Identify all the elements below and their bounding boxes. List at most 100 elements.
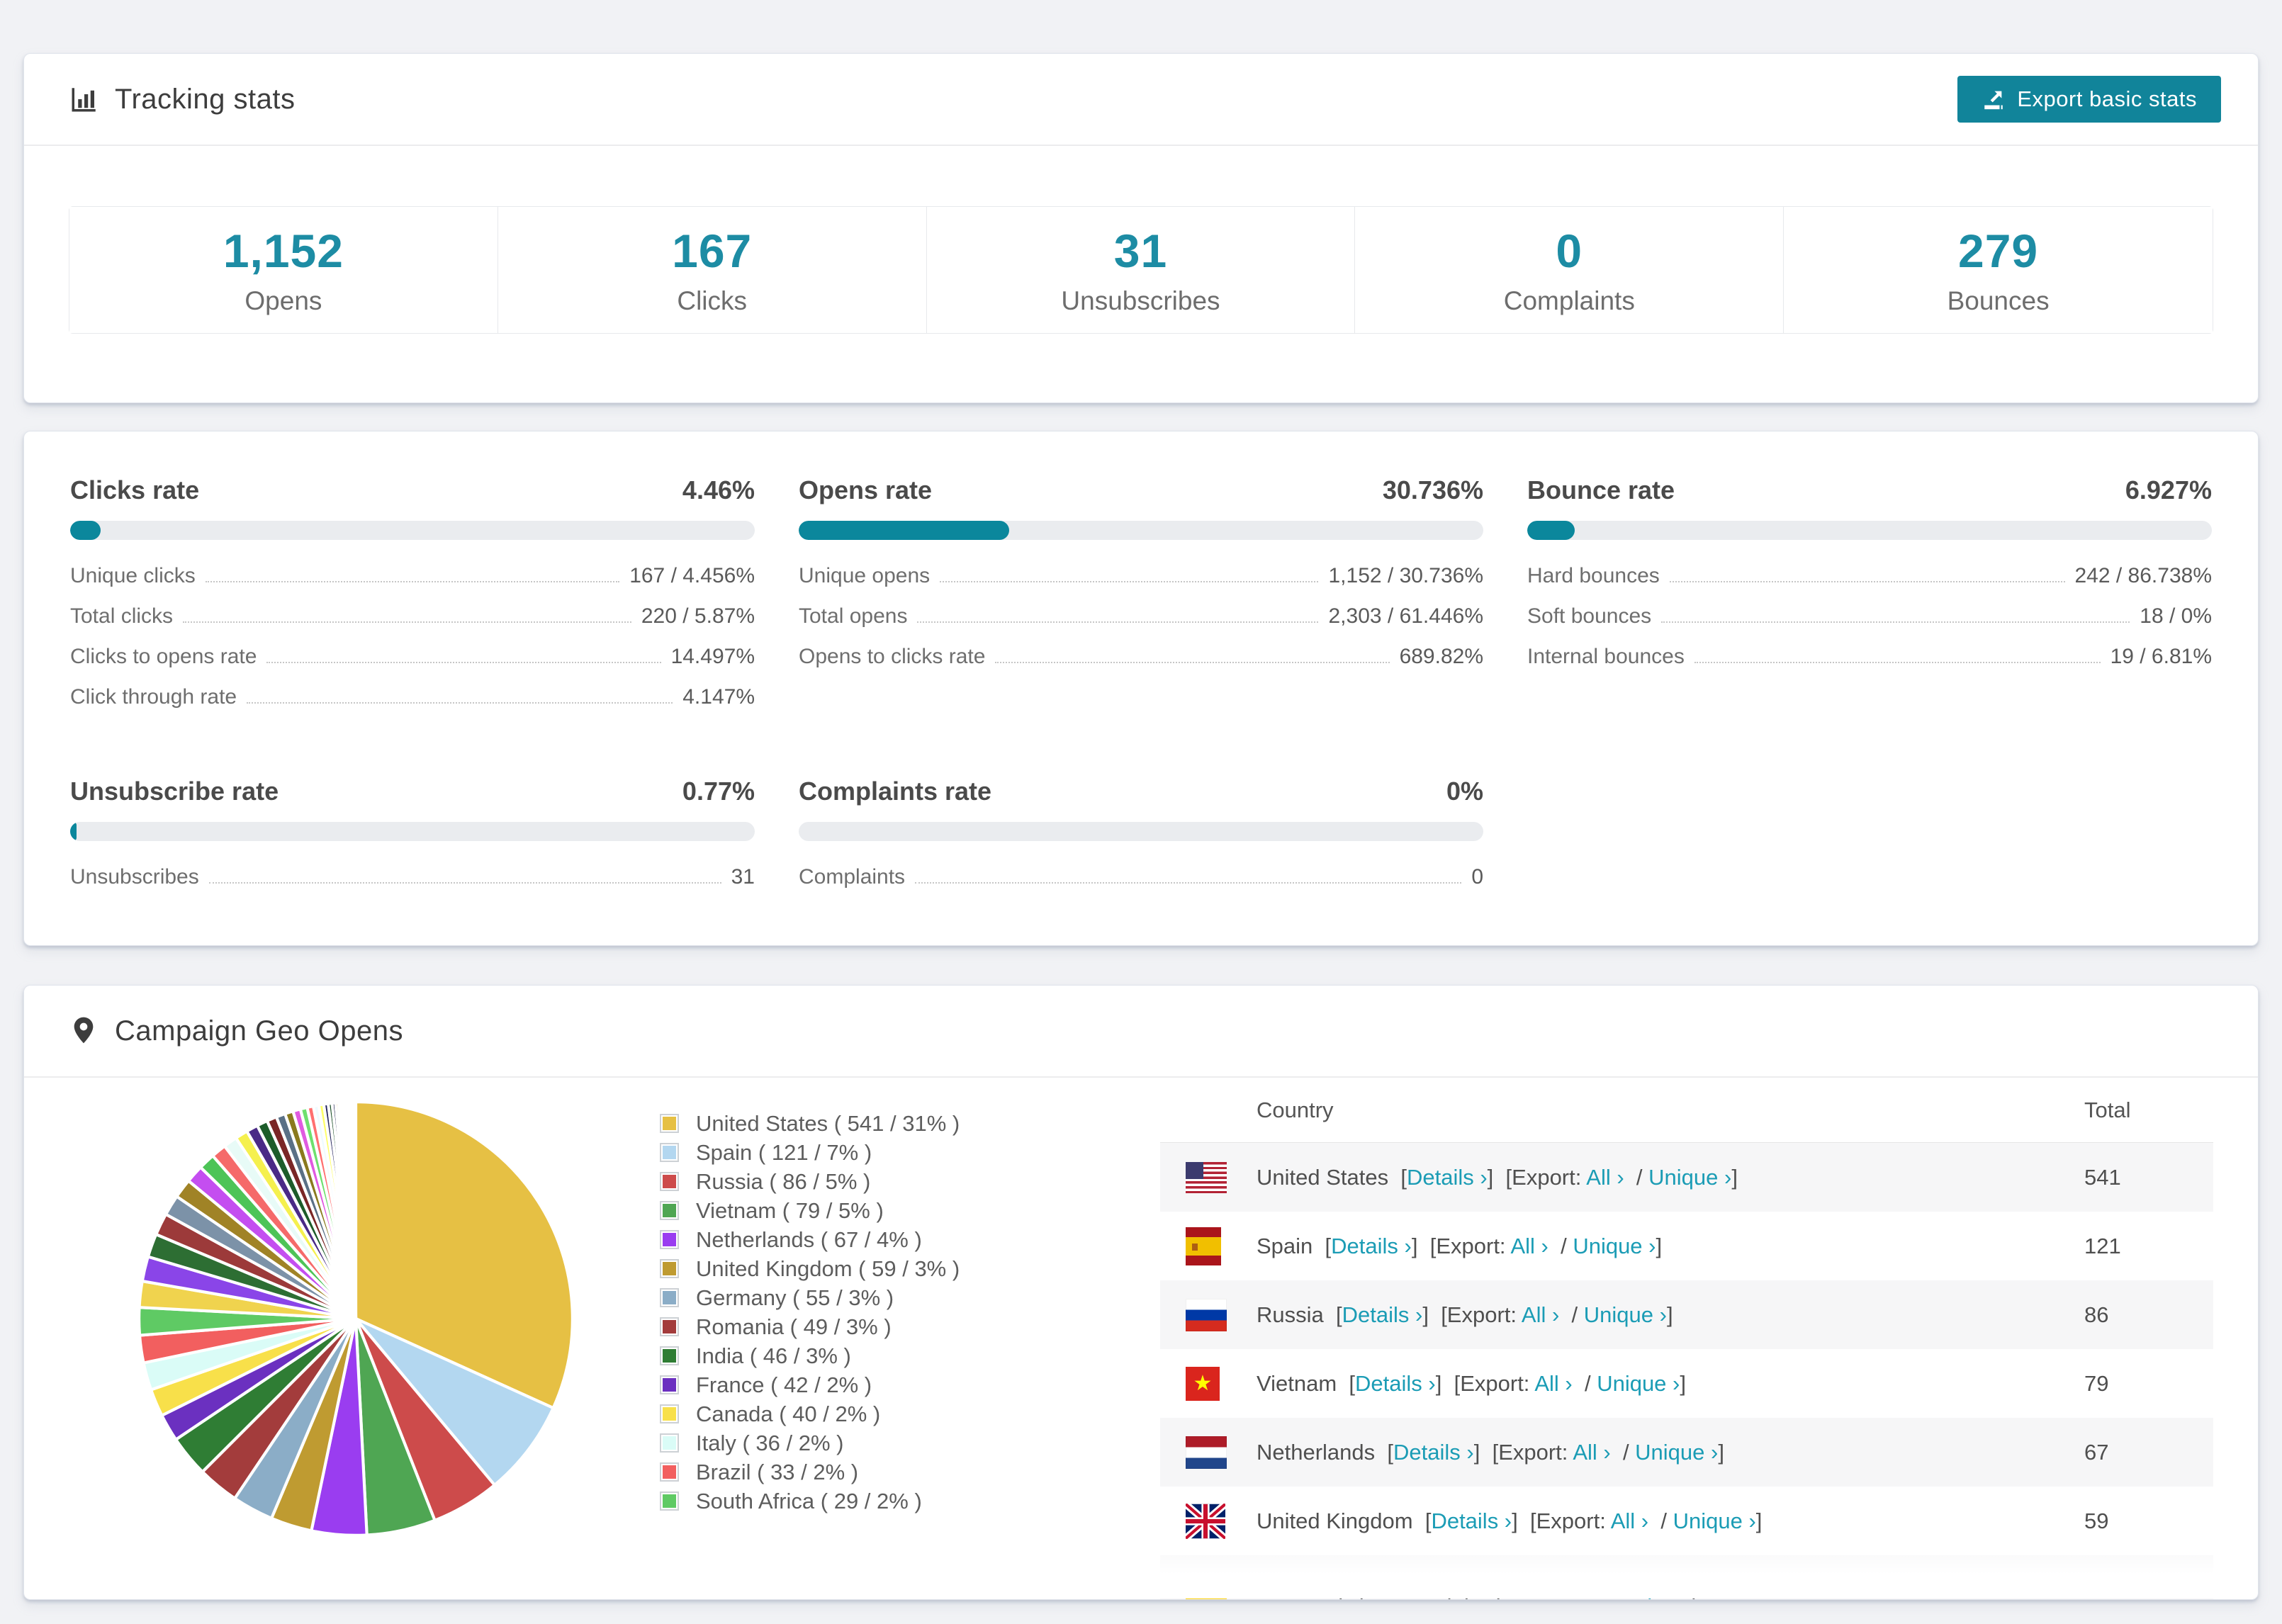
- country-flag-cell: ★: [1186, 1366, 1257, 1401]
- geo-pie-legend: United States ( 541 / 31% ) Spain ( 121 …: [563, 1078, 1160, 1599]
- export-unique-link[interactable]: Unique ›: [1597, 1371, 1680, 1396]
- rate-progress-fill: [70, 521, 101, 540]
- legend-item: Spain ( 121 / 7% ): [660, 1138, 1160, 1167]
- rates-card: Clicks rate 4.46% Unique clicks 167 / 4.…: [23, 431, 2259, 946]
- dotted-leader: [940, 581, 1319, 582]
- export-all-link[interactable]: All ›: [1586, 1165, 1624, 1190]
- legend-item: United Kingdom ( 59 / 3% ): [660, 1254, 1160, 1283]
- export-unique-link[interactable]: Unique ›: [1635, 1440, 1718, 1465]
- geo-table-row: ★ Vietnam [Details ›] [Export: All › / U…: [1160, 1349, 2213, 1418]
- export-basic-stats-button[interactable]: Export basic stats: [1957, 76, 2221, 123]
- dotted-leader: [917, 621, 1319, 623]
- rate-detail-label: Total clicks: [70, 604, 174, 628]
- stat-value: 31: [1113, 225, 1168, 277]
- export-all-link[interactable]: All ›: [1534, 1371, 1572, 1396]
- dotted-leader: [1661, 621, 2130, 623]
- details-link[interactable]: Details ›: [1431, 1509, 1512, 1533]
- legend-label: Italy ( 36 / 2% ): [696, 1430, 844, 1455]
- stat-value: 0: [1556, 225, 1583, 277]
- stat-tile: 167 Clicks: [498, 207, 927, 333]
- dotted-leader: [1694, 662, 2101, 663]
- geo-table-row: Russia [Details ›] [Export: All › / Uniq…: [1160, 1280, 2213, 1349]
- rate-value: 0.77%: [682, 777, 755, 806]
- geo-table-header-country: Country: [1257, 1097, 1334, 1122]
- tracking-stats-title: Tracking stats: [69, 84, 295, 115]
- dotted-leader: [995, 662, 1390, 663]
- legend-label: Spain ( 121 / 7% ): [696, 1139, 872, 1165]
- legend-item: Netherlands ( 67 / 4% ): [660, 1225, 1160, 1254]
- flag-us: [1186, 1161, 1227, 1193]
- country-cell: United Kingdom [Details ›] [Export: All …: [1257, 1508, 1763, 1533]
- country-total: 86: [2084, 1302, 2109, 1327]
- country-name: United States: [1257, 1164, 1389, 1190]
- export-unique-link[interactable]: Unique ›: [1673, 1509, 1756, 1533]
- country-flag-cell: [1186, 1574, 1257, 1599]
- legend-label: Netherlands ( 67 / 4% ): [696, 1227, 922, 1252]
- stat-label: Complaints: [1503, 286, 1635, 315]
- rate-detail-value: 19 / 6.81%: [2110, 645, 2212, 668]
- export-all-link[interactable]: All ›: [1573, 1440, 1610, 1465]
- geo-table: Country Total United States [Details ›] …: [1160, 1078, 2213, 1599]
- legend-swatch: [660, 1201, 679, 1220]
- legend-swatch: [660, 1288, 679, 1307]
- legend-label: South Africa ( 29 / 2% ): [696, 1488, 922, 1513]
- country-name: Russia: [1257, 1302, 1324, 1327]
- details-link[interactable]: Details ›: [1342, 1302, 1423, 1327]
- export-unique-link[interactable]: Unique ›: [1584, 1302, 1667, 1327]
- country-cell: Germany [Details ›] [Export: All › / Uni…: [1257, 1577, 2084, 1600]
- rate-detail-row: Internal bounces 19 / 6.81%: [1527, 645, 2212, 685]
- details-link[interactable]: Details ›: [1407, 1165, 1488, 1190]
- rate-detail-row: Hard bounces 242 / 86.738%: [1527, 564, 2212, 604]
- rate-progress-bar: [799, 822, 1483, 841]
- rate-panel: Clicks rate 4.46% Unique clicks 167 / 4.…: [70, 475, 755, 726]
- legend-label: United States ( 541 / 31% ): [696, 1110, 960, 1136]
- export-all-link[interactable]: All ›: [1545, 1577, 1583, 1600]
- rate-title: Complaints rate: [799, 777, 992, 806]
- rate-detail-label: Unique opens: [799, 564, 931, 587]
- export-unique-link[interactable]: Unique ›: [1607, 1577, 1690, 1600]
- legend-item: Romania ( 49 / 3% ): [660, 1312, 1160, 1341]
- export-all-link[interactable]: All ›: [1611, 1509, 1648, 1533]
- legend-swatch: [660, 1143, 679, 1162]
- summary-tiles: 1,152 Opens 167 Clicks 31 Unsubscribes 0 Co…: [69, 206, 2213, 334]
- details-link[interactable]: Details ›: [1393, 1440, 1474, 1465]
- rate-panel: Complaints rate 0% Complaints 0: [799, 777, 1483, 906]
- rate-detail-value: 2,303 / 61.446%: [1328, 604, 1483, 628]
- rate-detail-value: 167 / 4.456%: [629, 564, 755, 587]
- legend-item: Brazil ( 33 / 2% ): [660, 1457, 1160, 1487]
- details-link[interactable]: Details ›: [1355, 1371, 1436, 1396]
- legend-label: United Kingdom ( 59 / 3% ): [696, 1256, 960, 1281]
- legend-label: Romania ( 49 / 3% ): [696, 1314, 892, 1339]
- rate-value: 30.736%: [1382, 475, 1483, 504]
- export-unique-link[interactable]: Unique ›: [1648, 1165, 1731, 1190]
- rate-detail-label: Complaints: [799, 865, 906, 889]
- legend-swatch: [660, 1172, 679, 1191]
- geo-table-header-total: Total: [2084, 1097, 2131, 1122]
- rate-progress-bar: [70, 521, 755, 540]
- flag-nl: [1186, 1436, 1227, 1469]
- details-link[interactable]: Details ›: [1365, 1577, 1446, 1600]
- country-total: 79: [2084, 1370, 2109, 1396]
- export-all-link[interactable]: All ›: [1510, 1234, 1548, 1258]
- rate-detail-value: 14.497%: [670, 645, 755, 668]
- campaign-geo-opens-card: Campaign Geo Opens United States ( 541 /…: [23, 985, 2259, 1600]
- geo-table-row: Germany [Details ›] [Export: All › / Uni…: [1160, 1555, 2213, 1600]
- dotted-leader: [208, 882, 721, 884]
- legend-label: France ( 42 / 2% ): [696, 1372, 872, 1397]
- legend-label: Russia ( 86 / 5% ): [696, 1168, 871, 1194]
- details-link[interactable]: Details ›: [1331, 1234, 1412, 1258]
- export-icon: [1982, 87, 2006, 111]
- country-flag-cell: [1186, 1227, 1257, 1265]
- geo-table-header: Country Total: [1160, 1078, 2213, 1143]
- stat-label: Opens: [244, 286, 322, 315]
- export-unique-link[interactable]: Unique ›: [1573, 1234, 1656, 1258]
- rate-detail-row: Complaints 0: [799, 865, 1483, 906]
- export-all-link[interactable]: All ›: [1522, 1302, 1559, 1327]
- country-cell: Russia [Details ›] [Export: All › / Uniq…: [1257, 1302, 1673, 1327]
- stat-tile: 31 Unsubscribes: [926, 207, 1356, 333]
- country-cell: Spain [Details ›] [Export: All › / Uniqu…: [1257, 1233, 1663, 1258]
- rate-detail-row: Soft bounces 18 / 0%: [1527, 604, 2212, 645]
- dotted-leader: [915, 882, 1462, 884]
- country-name: Netherlands: [1257, 1439, 1376, 1465]
- rate-detail-value: 220 / 5.87%: [641, 604, 755, 628]
